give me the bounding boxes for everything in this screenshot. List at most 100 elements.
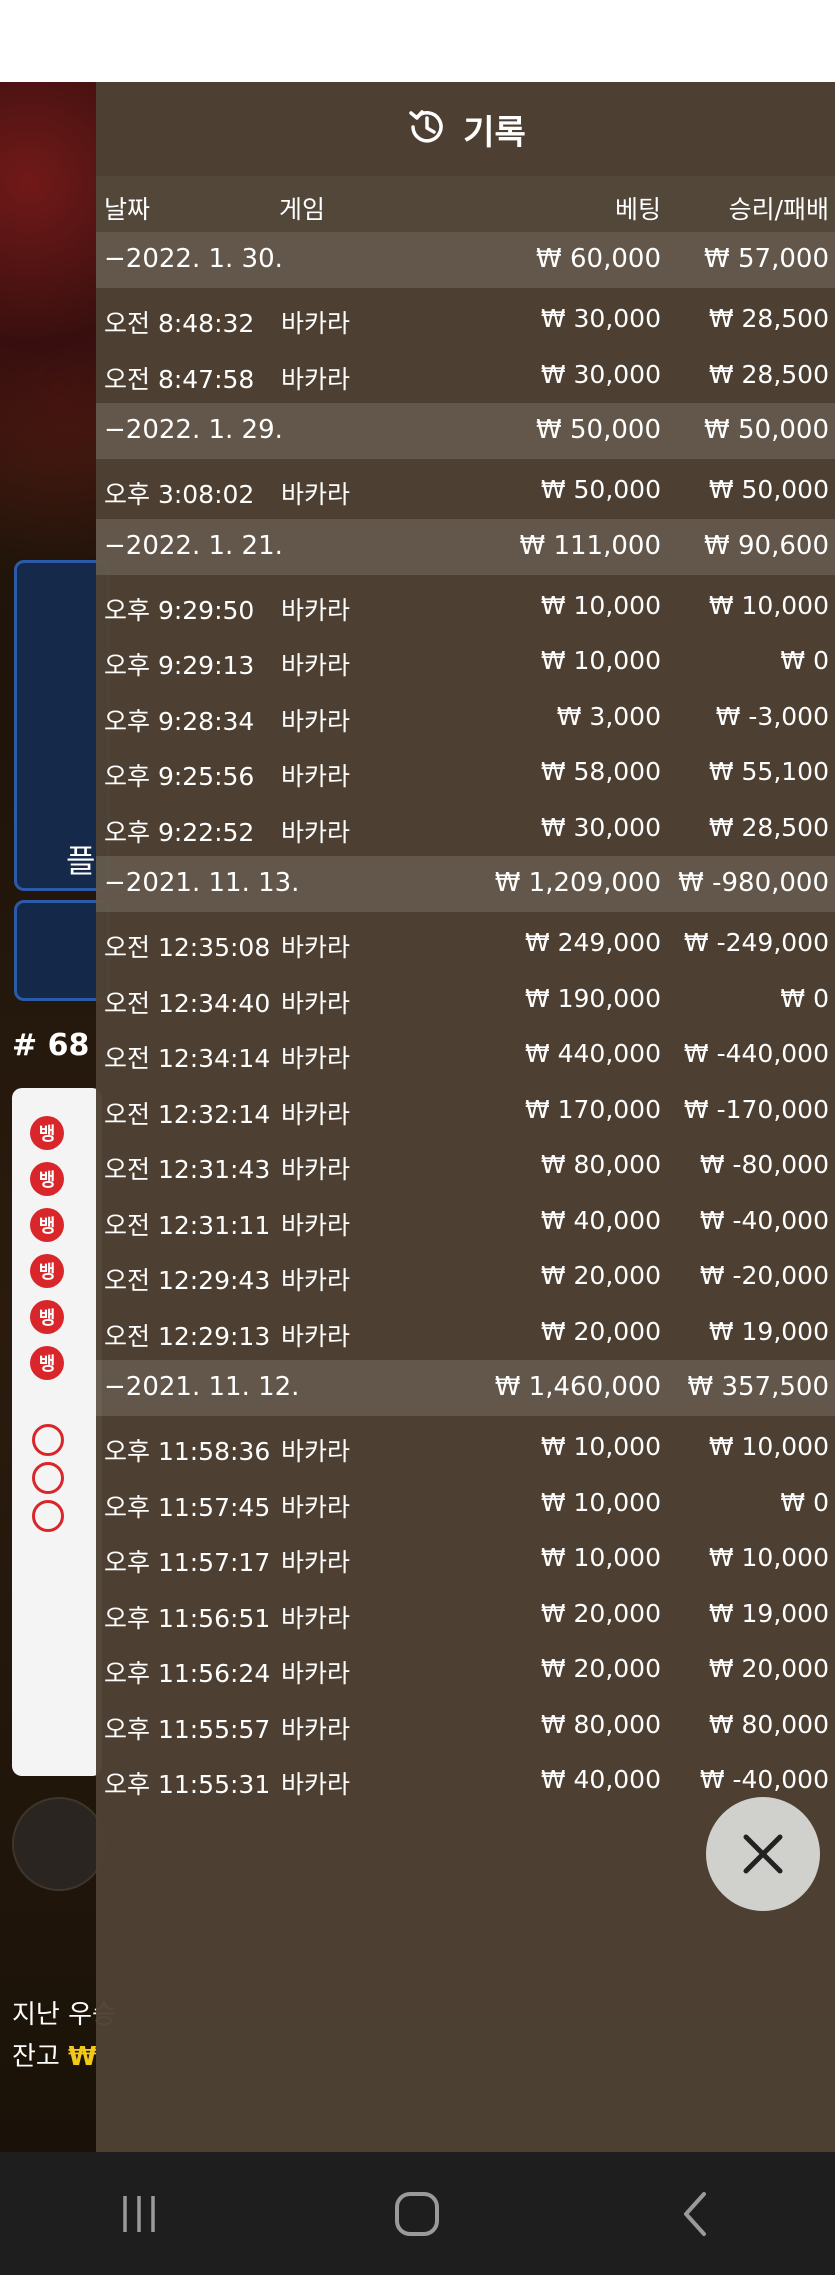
navigation-bar: [0, 2152, 835, 2275]
history-row[interactable]: 오후 11:57:45 바카라 ₩ 10,000 ₩ 0: [96, 1476, 835, 1532]
row-game: 바카라: [281, 933, 351, 962]
row-time: 오전 12:31:43: [104, 1155, 271, 1184]
group-date: −2022. 1. 21.: [104, 530, 283, 561]
date-group-header[interactable]: −2021. 11. 12. ₩ 1,460,000 ₩ 357,500: [96, 1360, 835, 1416]
row-time: 오전 12:34:14: [104, 1044, 271, 1073]
date-group-header[interactable]: −2022. 1. 30. ₩ 60,000 ₩ 57,000: [96, 232, 835, 288]
row-result: ₩ 50,000: [708, 475, 829, 504]
history-row[interactable]: 오후 9:25:56 바카라 ₩ 58,000 ₩ 55,100: [96, 745, 835, 801]
row-time: 오전 12:32:14: [104, 1099, 271, 1129]
history-row[interactable]: 오후 11:56:51 바카라 ₩ 20,000 ₩ 19,000: [96, 1587, 835, 1643]
back-button[interactable]: [636, 2174, 756, 2254]
group-date: −2021. 11. 13.: [104, 868, 300, 898]
row-time: 오전 12:31:11: [104, 1210, 271, 1240]
history-row[interactable]: 오전 12:34:14 바카라 ₩ 440,000 ₩ -440,000: [96, 1027, 835, 1083]
row-bet: ₩ 58,000: [540, 757, 661, 786]
row-time: 오전 12:29:13: [104, 1321, 271, 1351]
row-time: 오후 11:58:36: [104, 1437, 271, 1466]
row-bet: ₩ 249,000: [524, 928, 661, 957]
row-game: 바카라: [281, 1714, 351, 1744]
row-game: 바카라: [281, 706, 351, 736]
row-game: 바카라: [281, 1266, 351, 1295]
history-row[interactable]: 오후 9:22:52 바카라 ₩ 30,000 ₩ 28,500: [96, 801, 835, 857]
row-result: ₩ 20,000: [708, 1654, 829, 1683]
history-row[interactable]: 오전 8:47:58 바카라 ₩ 30,000 ₩ 28,500: [96, 348, 835, 404]
row-bet: ₩ 30,000: [540, 359, 661, 389]
road-banker-marker: 뱅: [30, 1162, 64, 1196]
row-bet: ₩ 3,000: [556, 701, 661, 731]
history-row[interactable]: 오후 11:56:24 바카라 ₩ 20,000 ₩ 20,000: [96, 1642, 835, 1698]
row-game: 바카라: [281, 1099, 351, 1129]
history-row[interactable]: 오전 8:48:32 바카라 ₩ 30,000 ₩ 28,500: [96, 292, 835, 348]
row-result: ₩ 0: [780, 983, 829, 1013]
row-game: 바카라: [281, 1603, 351, 1633]
history-row[interactable]: 오후 11:55:31 바카라 ₩ 40,000 ₩ -40,000: [96, 1753, 835, 1809]
group-result-total: ₩ -980,000: [678, 868, 829, 898]
row-time: 오전 12:34:40: [104, 988, 271, 1018]
row-time: 오후 11:57:17: [104, 1548, 271, 1577]
group-result-total: ₩ 50,000: [704, 415, 829, 445]
group-bet-total: ₩ 111,000: [519, 530, 662, 561]
history-title: 기록: [463, 112, 526, 153]
group-result-total: ₩ 57,000: [704, 244, 829, 274]
row-time: 오전 8:48:32: [104, 309, 255, 338]
row-time: 오후 9:25:56: [104, 762, 255, 791]
row-game: 바카라: [281, 595, 351, 625]
row-result: ₩ -40,000: [699, 1765, 829, 1794]
history-row[interactable]: 오후 11:55:57 바카라 ₩ 80,000 ₩ 80,000: [96, 1698, 835, 1754]
history-row[interactable]: 오후 11:58:36 바카라 ₩ 10,000 ₩ 10,000: [96, 1420, 835, 1476]
row-time: 오전 12:29:43: [104, 1266, 271, 1295]
history-row[interactable]: 오후 9:28:34 바카라 ₩ 3,000 ₩ -3,000: [96, 690, 835, 746]
history-row[interactable]: 오전 12:34:40 바카라 ₩ 190,000 ₩ 0: [96, 972, 835, 1028]
date-group-header[interactable]: −2021. 11. 13. ₩ 1,209,000 ₩ -980,000: [96, 856, 835, 912]
column-date: 날짜: [104, 195, 151, 224]
chip-button[interactable]: [12, 1797, 106, 1891]
history-row[interactable]: 오전 12:35:08 바카라 ₩ 249,000 ₩ -249,000: [96, 916, 835, 972]
date-group-header[interactable]: −2022. 1. 29. ₩ 50,000 ₩ 50,000: [96, 403, 835, 459]
big-road-marker: [32, 1500, 64, 1532]
row-game: 바카라: [281, 1770, 351, 1799]
row-game: 바카라: [281, 309, 351, 338]
row-game: 바카라: [281, 1659, 351, 1688]
row-result: ₩ 10,000: [708, 590, 829, 620]
row-time: 오후 11:55:31: [104, 1770, 271, 1799]
history-row[interactable]: 오전 12:29:43 바카라 ₩ 20,000 ₩ -20,000: [96, 1249, 835, 1305]
home-button[interactable]: [357, 2174, 477, 2254]
row-bet: ₩ 10,000: [540, 590, 661, 620]
history-row[interactable]: 오후 3:08:02 바카라 ₩ 50,000 ₩ 50,000: [96, 463, 835, 519]
history-row[interactable]: 오전 12:31:43 바카라 ₩ 80,000 ₩ -80,000: [96, 1138, 835, 1194]
status-bar: [0, 0, 835, 82]
balance-row: 잔고 ₩: [12, 2036, 97, 2073]
row-result: ₩ 0: [780, 1487, 829, 1517]
history-row[interactable]: 오전 12:32:14 바카라 ₩ 170,000 ₩ -170,000: [96, 1083, 835, 1139]
row-game: 바카라: [281, 651, 351, 680]
group-bet-total: ₩ 50,000: [536, 415, 661, 445]
row-game: 바카라: [281, 1437, 351, 1466]
row-time: 오전 12:35:08: [104, 933, 271, 962]
row-result: ₩ 10,000: [708, 1432, 829, 1461]
history-row[interactable]: 오후 9:29:13 바카라 ₩ 10,000 ₩ 0: [96, 634, 835, 690]
row-result: ₩ 10,000: [708, 1543, 829, 1572]
row-result: ₩ 80,000: [708, 1709, 829, 1739]
history-row[interactable]: 오후 9:29:50 바카라 ₩ 10,000 ₩ 10,000: [96, 579, 835, 635]
row-result: ₩ 28,500: [708, 359, 829, 389]
recents-button[interactable]: [79, 2174, 199, 2254]
row-time: 오후 9:22:52: [104, 817, 255, 847]
history-row[interactable]: 오전 12:31:11 바카라 ₩ 40,000 ₩ -40,000: [96, 1194, 835, 1250]
background-scenery: [0, 82, 96, 582]
row-time: 오후 9:29:13: [104, 651, 255, 680]
big-road-marker: [32, 1424, 64, 1456]
history-row[interactable]: 오후 11:57:17 바카라 ₩ 10,000 ₩ 10,000: [96, 1531, 835, 1587]
date-group-header[interactable]: −2022. 1. 21. ₩ 111,000 ₩ 90,600: [96, 518, 835, 575]
row-result: ₩ -80,000: [699, 1150, 829, 1179]
row-bet: ₩ 190,000: [524, 983, 661, 1013]
home-icon: [395, 2191, 440, 2236]
row-time: 오후 9:28:34: [104, 706, 255, 736]
history-row[interactable]: 오전 12:29:13 바카라 ₩ 20,000 ₩ 19,000: [96, 1305, 835, 1361]
close-button[interactable]: [706, 1797, 820, 1911]
group-bet-total: ₩ 1,209,000: [494, 868, 661, 898]
row-bet: ₩ 10,000: [540, 1487, 661, 1517]
history-list: −2022. 1. 30. ₩ 60,000 ₩ 57,000 오전 8:48:32 바…: [96, 232, 835, 1809]
row-result: ₩ 19,000: [708, 1316, 829, 1346]
road-banker-marker: 뱅: [30, 1116, 64, 1150]
